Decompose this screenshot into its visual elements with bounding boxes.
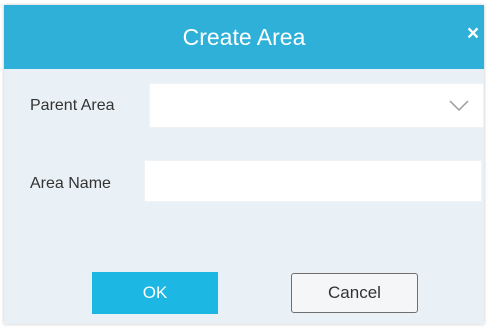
chevron-down-icon[interactable]	[449, 100, 469, 112]
dialog-titlebar: Create Area ×	[4, 5, 484, 69]
close-icon[interactable]: ×	[462, 19, 484, 49]
area-name-label: Area Name	[30, 175, 111, 192]
dialog-title: Create Area	[182, 24, 306, 50]
cancel-button[interactable]: Cancel	[291, 273, 418, 313]
area-name-input[interactable]	[144, 160, 482, 202]
ok-button[interactable]: OK	[92, 272, 218, 314]
create-area-dialog: Create Area × Parent Area Area Name OK C…	[4, 5, 484, 324]
parent-area-label: Parent Area	[30, 97, 115, 114]
parent-area-select[interactable]	[149, 83, 484, 128]
